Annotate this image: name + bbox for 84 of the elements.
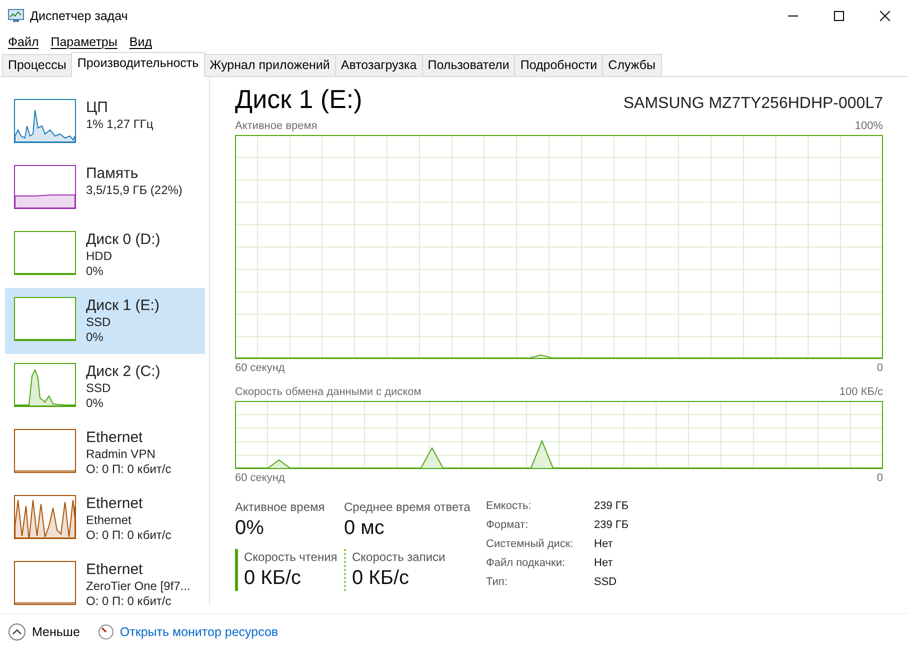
sidebar-item[interactable]: ЦП 1% 1,27 ГГц [5, 90, 205, 156]
gauge-icon [98, 624, 114, 640]
fewer-details-button[interactable]: Меньше [8, 623, 80, 641]
usage-graph-drawing [14, 165, 76, 209]
item-detail: Ethernet [86, 513, 132, 528]
maximize-icon[interactable] [834, 11, 844, 21]
item-title: Ethernet [86, 494, 144, 513]
item-detail: О: 0 П: 0 кбит/с [86, 528, 172, 543]
sidebar-item[interactable]: Ethernet Ethernet О: 0 П: 0 кбит/с [5, 486, 205, 552]
sidebar-item[interactable]: Диск 0 (D:) HDD 0% [5, 222, 205, 288]
tab[interactable]: Журнал приложений [204, 54, 336, 76]
window-title: Диспетчер задач [30, 9, 128, 23]
stat-label: Среднее время ответа [344, 499, 472, 515]
item-detail: О: 0 П: 0 кбит/с [86, 594, 172, 609]
graph-min: 0 [876, 361, 883, 375]
item-title: Ethernet [86, 428, 144, 447]
property-label: Емкость: [486, 499, 532, 514]
tab[interactable]: Службы [602, 54, 662, 76]
item-detail: HDD [86, 249, 113, 264]
graph-span: 60 секунд [235, 471, 285, 485]
stat-value: 0 КБ/с [352, 566, 410, 591]
item-detail: Radmin VPN [86, 447, 156, 462]
tab[interactable]: Производительность [71, 52, 205, 77]
stat-value: 0 КБ/с [244, 566, 302, 591]
item-title: Диск 2 (C:) [86, 362, 160, 381]
stat-label: Активное время [235, 499, 326, 515]
menu-item[interactable]: Параметры [44, 35, 124, 49]
graph-label: Скорость обмена данными с диском [235, 385, 422, 399]
usage-graph-drawing [14, 297, 76, 341]
sidebar-item[interactable]: Диск 2 (C:) SSD 0% [5, 354, 205, 420]
tab[interactable]: Подробности [514, 54, 604, 76]
item-detail: SSD [86, 315, 112, 330]
item-detail: О: 0 П: 0 кбит/с [86, 462, 172, 477]
usage-graph-drawing [14, 99, 76, 143]
sidebar-item[interactable]: Ethernet Radmin VPN О: 0 П: 0 кбит/с [5, 420, 205, 486]
usage-graph-drawing [14, 231, 76, 275]
property-value: Нет [594, 556, 614, 571]
item-detail: SSD [86, 381, 112, 396]
item-detail: ZeroTier One [9f7... [86, 579, 190, 594]
item-detail: 0% [86, 396, 104, 411]
menu-item[interactable]: Файл [2, 35, 45, 49]
tab[interactable]: Процессы [2, 54, 72, 76]
graph-max: 100% [854, 119, 883, 133]
usage-graph-drawing [14, 429, 76, 473]
item-detail: 1% 1,27 ГГц [86, 117, 154, 132]
item-title: Ethernet [86, 560, 144, 579]
monitor-icon [8, 9, 24, 23]
stat-value: 0 мс [344, 516, 386, 541]
item-detail: 3,5/15,9 ГБ (22%) [86, 183, 182, 198]
property-value: SSD [594, 575, 618, 590]
stat-value: 0% [235, 516, 265, 541]
close-icon[interactable] [880, 11, 890, 21]
sidebar-item[interactable]: Память 3,5/15,9 ГБ (22%) [5, 156, 205, 222]
item-title: ЦП [86, 98, 109, 117]
item-detail: 0% [86, 264, 104, 279]
property-value: Нет [594, 537, 614, 552]
tab[interactable]: Пользователи [422, 54, 516, 76]
property-label: Системный диск: [486, 537, 574, 552]
property-label: Файл подкачки: [486, 556, 566, 571]
tab[interactable]: Автозагрузка [334, 54, 423, 76]
resource-monitor-link[interactable]: Открыть монитор ресурсов [120, 625, 278, 639]
property-label: Формат: [486, 518, 530, 533]
usage-graph-drawing [14, 495, 76, 539]
sidebar-item[interactable]: Ethernet ZeroTier One [9f7... О: 0 П: 0 кбит/с [5, 552, 205, 618]
graph-min: 0 [876, 471, 883, 485]
usage-graph-drawing [14, 363, 76, 407]
usage-graph-drawing [14, 561, 76, 605]
property-value: 239 ГБ [594, 518, 629, 533]
chevron-up-icon [8, 623, 26, 641]
menu-item[interactable]: Вид [123, 35, 158, 49]
stat-label: Скорость записи [352, 549, 446, 565]
graph-max: 100 КБ/с [839, 385, 883, 399]
device-name: SAMSUNG MZ7TY256HDHP-000L7 [623, 95, 883, 113]
graph-span: 60 секунд [235, 361, 285, 375]
graph-label: Активное время [235, 119, 318, 133]
item-detail: 0% [86, 330, 104, 345]
item-title: Диск 0 (D:) [86, 230, 160, 249]
sidebar-item[interactable]: Диск 1 (E:) SSD 0% [5, 288, 205, 354]
disk-title: Диск 1 (E:) [235, 85, 362, 113]
item-title: Диск 1 (E:) [86, 296, 160, 315]
stat-label: Скорость чтения [244, 549, 338, 565]
property-label: Тип: [486, 575, 508, 590]
property-value: 239 ГБ [594, 499, 629, 514]
item-title: Память [86, 164, 140, 183]
